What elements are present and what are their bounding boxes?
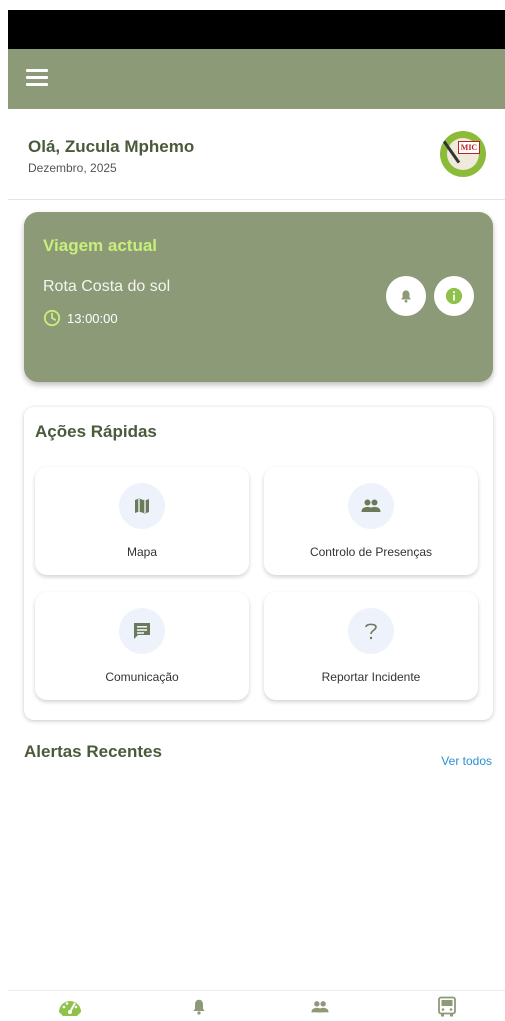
logo: MIC: [440, 131, 486, 177]
action-label: Controlo de Presenças: [309, 545, 433, 559]
alerts-title: Alertas Recentes: [24, 742, 162, 761]
logo-text: MIC: [458, 141, 480, 154]
quick-actions-card: Ações Rápidas Mapa Controlo de Presenças: [24, 407, 493, 720]
nav-people[interactable]: [306, 995, 334, 1019]
greeting-date: Dezembro, 2025: [28, 161, 117, 175]
people-icon: [348, 483, 394, 529]
current-trip-card: Viagem actual Rota Costa do sol 13:00:00: [24, 212, 493, 382]
greeting-title: Olá, Zucula Mphemo: [28, 137, 195, 156]
bell-icon: [193, 999, 205, 1015]
action-label: Comunicação: [105, 670, 179, 684]
app-bar: [8, 49, 505, 109]
action-label: Reportar Incidente: [321, 670, 421, 684]
trip-time: 13:00:00: [43, 309, 118, 327]
nav-dashboard[interactable]: [56, 995, 84, 1019]
action-report-incident[interactable]: Reportar Incidente: [264, 592, 478, 700]
action-map[interactable]: Mapa: [35, 467, 249, 575]
trip-info-button[interactable]: [434, 276, 474, 316]
menu-icon[interactable]: [26, 69, 48, 89]
nav-bus[interactable]: [433, 995, 461, 1019]
action-communication[interactable]: Comunicação: [35, 592, 249, 700]
trip-route: Rota Costa do sol: [43, 278, 171, 295]
people-icon: [311, 1001, 329, 1013]
info-icon: [445, 287, 463, 305]
nav-notifications[interactable]: [185, 995, 213, 1019]
trip-alert-button[interactable]: [386, 276, 426, 316]
bus-icon: [438, 996, 456, 1017]
action-label: Mapa: [126, 545, 158, 559]
action-attendance[interactable]: Controlo de Presenças: [264, 467, 478, 575]
bottom-nav: [8, 990, 505, 1021]
clock-icon: [43, 309, 61, 327]
trip-time-value: 13:00:00: [67, 310, 118, 326]
dashboard-icon: [59, 1001, 81, 1016]
greeting-header: Olá, Zucula Mphemo Dezembro, 2025 MIC: [8, 109, 505, 200]
bell-icon: [401, 290, 411, 303]
map-icon: [119, 483, 165, 529]
quick-actions-title: Ações Rápidas: [35, 422, 157, 441]
chat-icon: [119, 608, 165, 654]
question-icon: [348, 608, 394, 654]
trip-title: Viagem actual: [43, 236, 158, 255]
see-all-link[interactable]: Ver todos: [441, 754, 492, 768]
status-bar: [8, 10, 505, 49]
